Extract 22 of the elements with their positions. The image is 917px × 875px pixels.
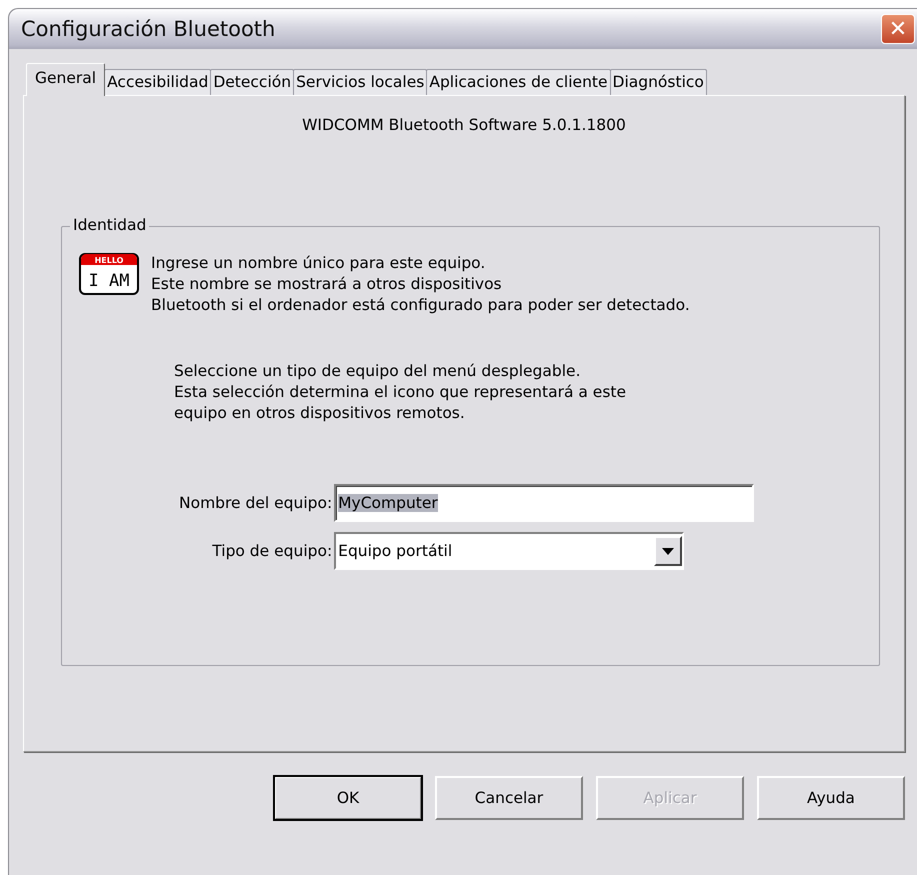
tab[interactable]: General xyxy=(26,63,106,96)
dialog-button[interactable]: Cancelar xyxy=(435,776,583,820)
tab[interactable]: Diagnóstico xyxy=(610,69,707,95)
window-title: Configuración Bluetooth xyxy=(21,17,276,41)
tab[interactable]: Detección xyxy=(210,69,294,95)
dialog-button[interactable]: OK xyxy=(274,776,422,820)
tab[interactable]: Accesibilidad xyxy=(104,69,212,95)
tab[interactable]: Aplicaciones de cliente xyxy=(426,69,611,95)
intro-text: Ingrese un nombre único para este equipo. xyxy=(151,253,486,274)
help-text: Esta selección determina el icono que representará a este xyxy=(174,382,628,403)
name-input-field[interactable]: MyComputer xyxy=(334,484,754,522)
dialog-button[interactable]: Ayuda xyxy=(757,776,905,820)
help-text: equipo en otros dispositivos remotos. xyxy=(174,403,466,424)
intro-text: Bluetooth si el ordenador está configurado para poder ser detectado. xyxy=(151,295,690,316)
tab[interactable]: Servicios locales xyxy=(293,69,428,95)
name-tag-icon: HELLO I AM xyxy=(79,253,139,295)
version-text: WIDCOMM Bluetooth Software 5.0.1.1800 xyxy=(302,116,626,134)
help-text: Seleccione un tipo de equipo del menú desplegable. xyxy=(174,361,582,382)
field-label: Nombre del equipo: xyxy=(179,494,332,512)
type-dropdown[interactable]: Equipo portátil xyxy=(334,532,684,570)
field-label: Tipo de equipo: xyxy=(212,542,332,560)
intro-text: Este nombre se mostrará a otros dispositivos xyxy=(151,274,503,295)
